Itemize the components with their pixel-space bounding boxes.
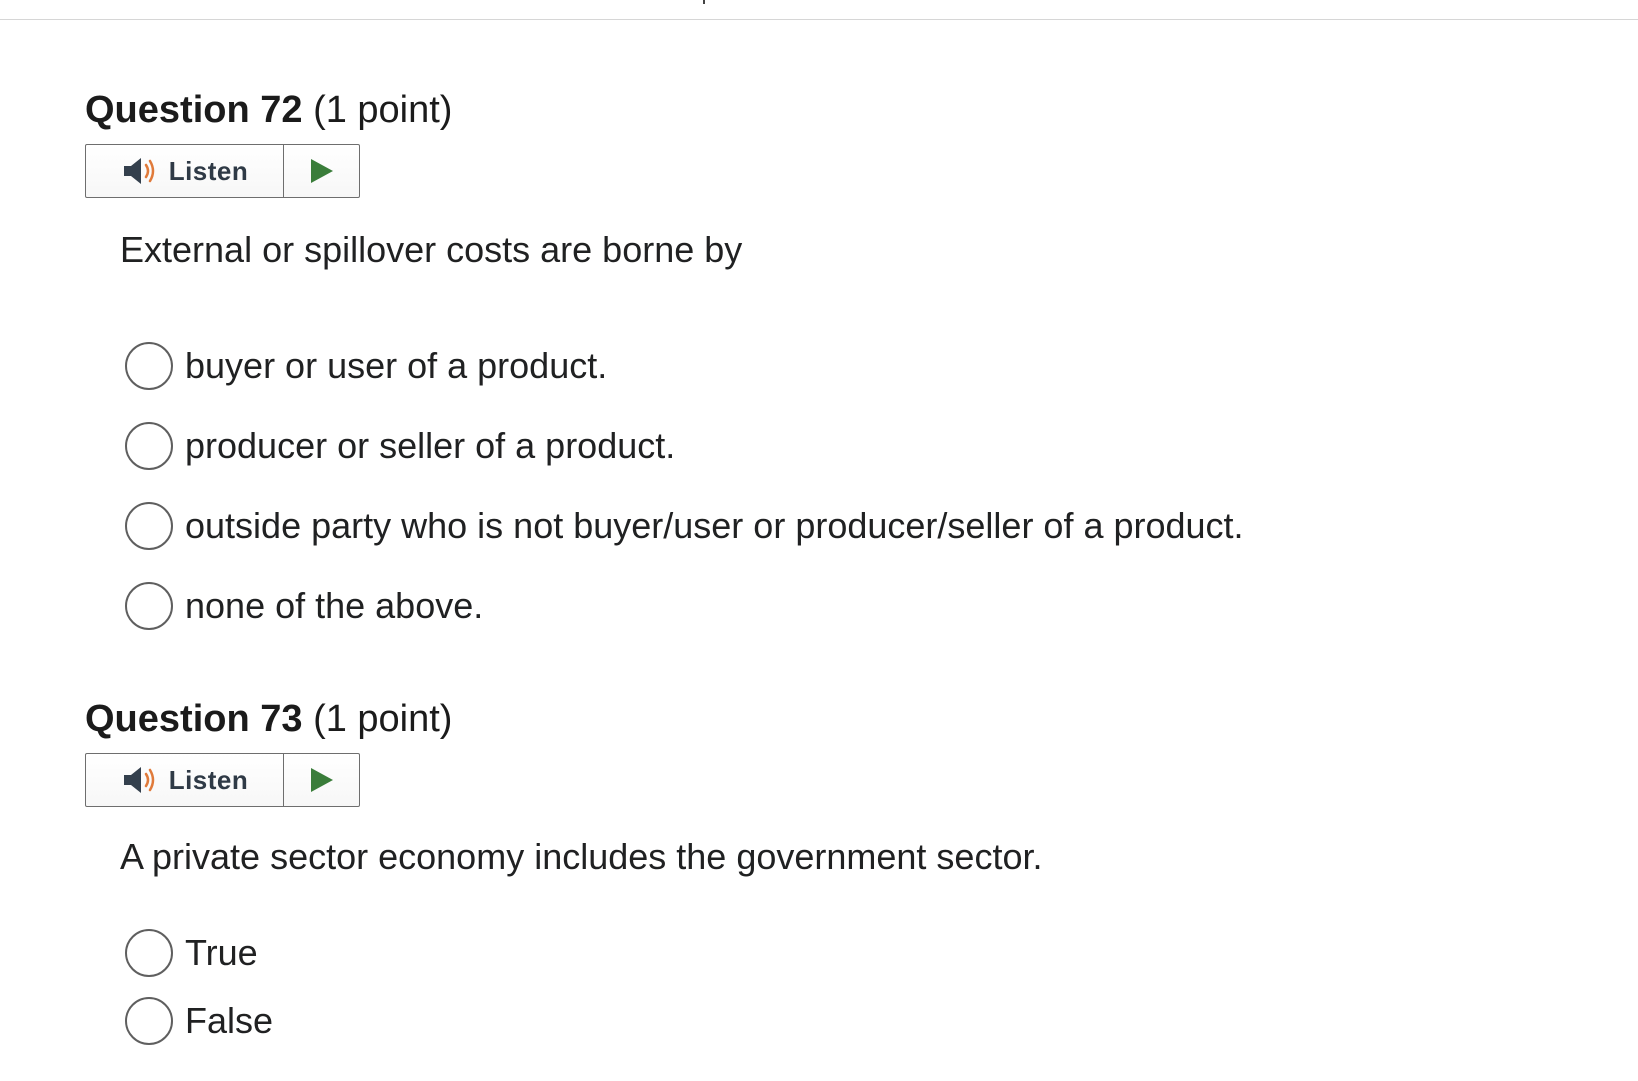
answer-option[interactable]: producer or seller of a product. [125,406,1565,486]
question-73: Question 73 (1 point) Listen A private s… [85,695,1565,1055]
answer-option-true[interactable]: True [125,919,1565,987]
question-number: Question 73 [85,698,303,740]
question-prompt: A private sector economy includes the go… [120,836,1043,877]
question-header: Question 72 (1 point) [85,86,1565,134]
play-icon [310,768,333,792]
radio-button[interactable] [125,582,173,630]
answer-options: True False [125,919,1565,1055]
radio-button[interactable] [125,342,173,390]
answer-option[interactable]: outside party who is not buyer/user or p… [125,486,1565,566]
option-label: outside party who is not buyer/user or p… [185,505,1244,546]
listen-label: Listen [168,155,249,186]
answer-options: buyer or user of a product. producer or … [125,326,1565,646]
quiz-page: Question 72 (1 point) Listen External or… [0,0,1638,1081]
question-points: (1 point) [313,89,453,131]
top-divider [0,19,1638,20]
listen-button[interactable]: Listen [86,145,284,197]
speaker-icon [123,767,154,793]
radio-button[interactable] [125,422,173,470]
option-label: buyer or user of a product. [185,345,608,386]
question-header: Question 73 (1 point) [85,695,1565,743]
question-points: (1 point) [313,698,453,740]
answer-option[interactable]: none of the above. [125,566,1565,646]
radio-button[interactable] [125,502,173,550]
answer-option-false[interactable]: False [125,987,1565,1055]
question-72: Question 72 (1 point) Listen External or… [85,86,1565,646]
listen-widget: Listen [85,144,360,198]
option-label: none of the above. [185,585,484,626]
top-divider-mark [703,0,705,4]
question-prompt: External or spillover costs are borne by [120,229,743,270]
radio-button[interactable] [125,997,173,1045]
question-number: Question 72 [85,89,303,131]
option-label: producer or seller of a product. [185,425,676,466]
listen-label: Listen [168,764,249,795]
option-label: False [185,1000,274,1041]
listen-button[interactable]: Listen [86,754,284,806]
play-button[interactable] [284,145,359,197]
play-button[interactable] [284,754,359,806]
listen-widget: Listen [85,753,360,807]
speaker-icon [123,158,154,184]
play-icon [310,159,333,183]
radio-button[interactable] [125,929,173,977]
answer-option[interactable]: buyer or user of a product. [125,326,1565,406]
option-label: True [185,932,258,973]
